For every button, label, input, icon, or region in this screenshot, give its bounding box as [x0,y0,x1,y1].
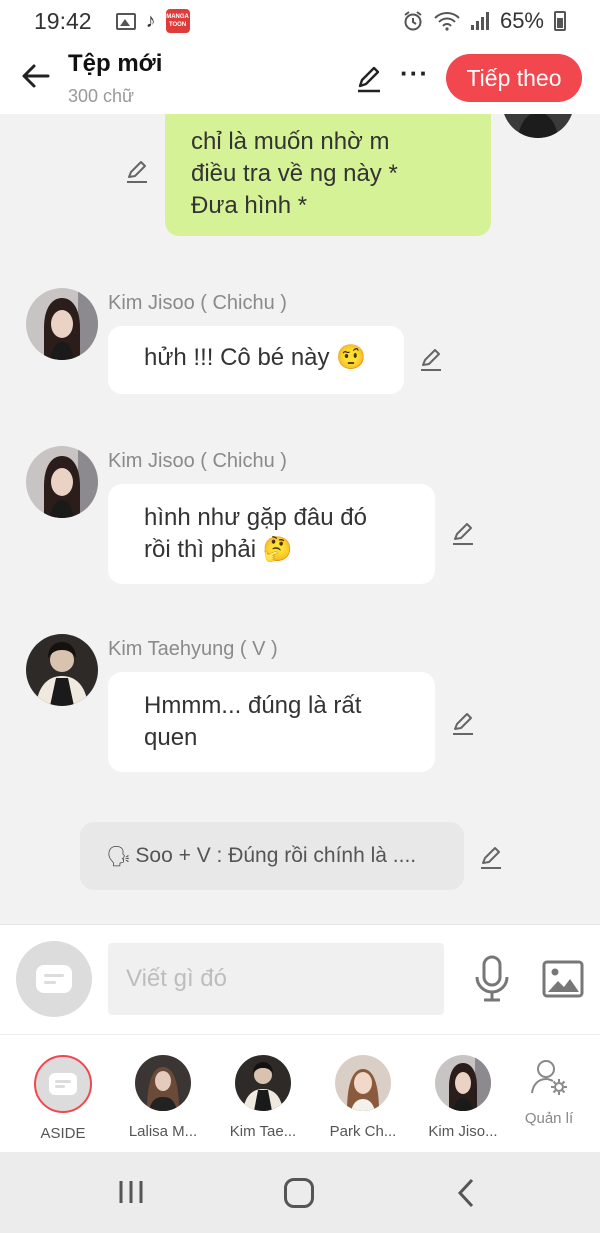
message-line: hình như gặp đâu đó [144,504,367,531]
park-avatar [335,1055,391,1111]
narration-text: Soo + V : Đúng rồi chính là .... [135,844,417,867]
taehyung-avatar[interactable] [26,634,98,706]
aside-message-icon [49,1073,77,1095]
speaking-head-icon: 🗣 [106,845,132,868]
tiktok-notification-icon: ♪ [145,9,156,32]
message-bubble[interactable]: hửh !!! Cô bé này 🤨 [108,326,404,394]
message-bubble[interactable]: Hmmm... đúng là rất quen [108,672,435,772]
sender-name: Kim Jisoo ( Chichu ) [108,450,287,472]
more-options-icon[interactable]: ··· [400,58,429,89]
aside-avatar [34,1055,92,1113]
message-line: quen [144,724,198,751]
sender-name: Kim Taehyung ( V ) [108,638,278,660]
message-line: rồi thì phải 🤔 [144,536,293,563]
character-label: Kim Tae... [229,1123,297,1140]
nav-back-icon[interactable] [456,1178,476,1208]
back-arrow-icon[interactable] [20,60,52,92]
system-nav-bar [0,1152,600,1233]
manage-user-icon [531,1060,567,1095]
alarm-icon [404,11,422,31]
app-screen: 19:42 ♪ MANGA TOON 65% Tệp mới 300 chữ ·… [0,0,600,1233]
chat-area[interactable]: chỉ là muốn nhờ m điều tra về ng này * Đ… [0,114,600,924]
input-bar [0,924,600,1034]
character-jisoo[interactable]: Kim Jiso... [418,1055,508,1140]
mic-icon[interactable] [472,955,512,1003]
gallery-notification-icon [115,12,136,30]
nav-recent-icon[interactable] [118,1180,144,1204]
character-label: ASIDE [40,1125,86,1142]
narration-bubble[interactable]: 🗣 Soo + V : Đúng rồi chính là .... [80,822,464,890]
self-avatar[interactable] [502,114,574,138]
manage-characters-button[interactable]: Quản lí [504,1057,594,1127]
status-time: 19:42 [34,7,92,34]
status-bar: 19:42 ♪ MANGA TOON 65% [0,0,600,42]
jisoo-avatar[interactable] [26,288,98,360]
message-line: Hmmm... đúng là rất [144,692,362,719]
nav-home-icon[interactable] [284,1178,314,1208]
top-bar: Tệp mới 300 chữ ··· Tiếp theo [0,42,600,114]
self-message-bubble[interactable]: chỉ là muốn nhờ m điều tra về ng này * Đ… [165,114,491,236]
character-lalisa[interactable]: Lalisa M... [118,1055,208,1140]
taehyung-avatar [235,1055,291,1111]
message-line: chỉ là muốn nhờ m [191,128,390,155]
edit-message-pencil-icon[interactable] [450,710,476,736]
edit-message-pencil-icon[interactable] [450,520,476,546]
image-icon[interactable] [542,959,584,999]
signal-icon [470,12,489,30]
edit-message-pencil-icon[interactable] [418,346,444,372]
mangatoon-notification-icon: MANGA TOON [165,9,190,33]
character-label: Kim Jiso... [428,1123,498,1140]
edit-message-pencil-icon[interactable] [124,158,150,184]
wifi-icon [434,12,460,31]
word-count: 300 chữ [68,86,135,106]
lalisa-avatar [135,1055,191,1111]
edit-message-pencil-icon[interactable] [478,844,504,870]
jisoo-avatar[interactable] [26,446,98,518]
message-bubble[interactable]: hình như gặp đâu đó rồi thì phải 🤔 [108,484,435,584]
sender-name: Kim Jisoo ( Chichu ) [108,292,287,314]
message-line: Đưa hình * [191,192,308,219]
message-text: hửh !!! Cô bé này 🤨 [144,344,367,371]
character-bar: ASIDE Lalisa M... Kim Tae... Park Ch... … [0,1034,600,1152]
message-line: điều tra về ng này * [191,160,398,187]
aside-toggle-button[interactable] [16,941,92,1017]
message-input[interactable] [108,943,444,1015]
character-taehyung[interactable]: Kim Tae... [218,1055,308,1140]
character-label: Lalisa M... [128,1123,198,1140]
character-label: Park Ch... [329,1123,397,1140]
battery-icon [554,11,566,31]
character-park[interactable]: Park Ch... [318,1055,408,1140]
edit-title-pencil-icon[interactable] [354,64,384,94]
aside-message-icon [36,965,72,993]
character-aside[interactable]: ASIDE [18,1055,108,1142]
battery-percent: 65% [499,8,544,33]
page-title: Tệp mới [68,50,163,77]
character-label: Quản lí [524,1110,574,1127]
next-button[interactable]: Tiếp theo [446,54,582,102]
jisoo-avatar [435,1055,491,1111]
